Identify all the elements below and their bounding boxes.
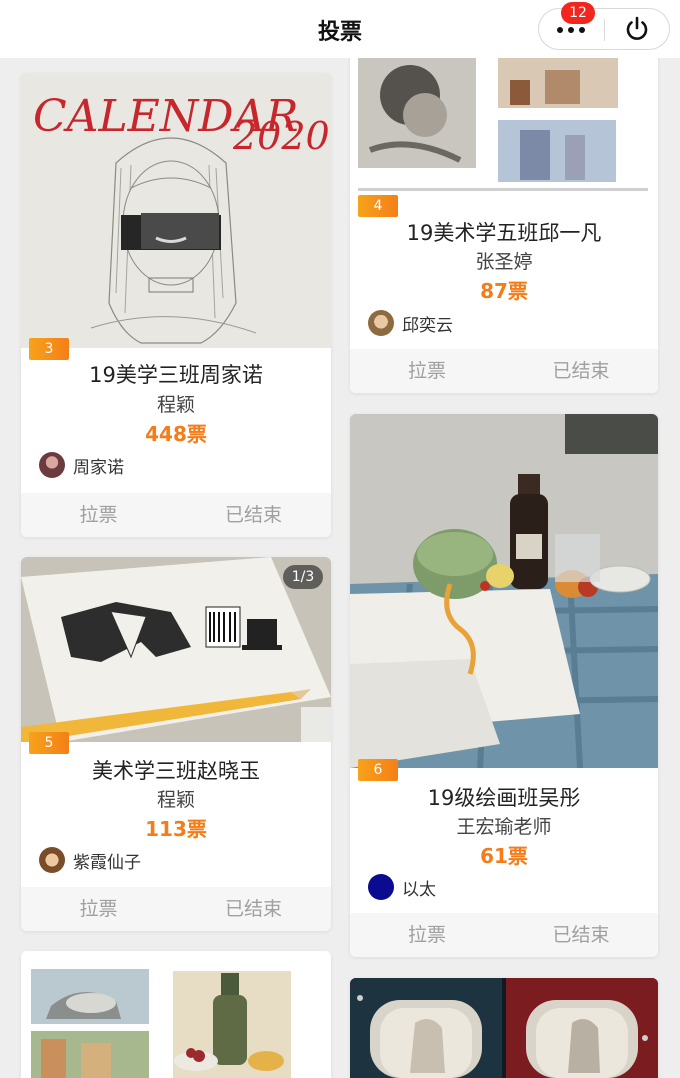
entry-card-6[interactable]: 6 19级绘画班吴彤 王宏瑜老师 61票 以太 拉票 已结束: [350, 414, 658, 957]
ended-status: 已结束: [552, 924, 610, 946]
entry-card-7[interactable]: [21, 951, 331, 1078]
entry-card-3[interactable]: CALENDAR 2020 3 19美学三班周家诺 程颖 448票 周家诺 拉票…: [21, 73, 331, 537]
avatar: [368, 874, 394, 900]
notification-badge: 12: [561, 2, 595, 24]
card-actions: 拉票 已结束: [350, 913, 658, 957]
close-button[interactable]: [605, 9, 669, 49]
power-icon: [626, 16, 648, 40]
vote-button[interactable]: 拉票: [21, 887, 176, 931]
avatar: [39, 847, 65, 873]
entry-title: 美术学三班赵晓玉: [92, 759, 260, 783]
card-actions: 拉票 已结束: [21, 887, 331, 931]
entry-title: 19美术学五班邱一凡: [406, 221, 602, 245]
entry-number: 4: [358, 195, 398, 217]
vote-count: 61票: [480, 844, 528, 868]
entry-number: 3: [29, 338, 69, 360]
entry-number: 6: [358, 759, 398, 781]
year-text: 2020: [232, 114, 330, 158]
vote-button[interactable]: 拉票: [21, 493, 176, 537]
author-name: 紫霞仙子: [73, 853, 141, 873]
menu-capsule: 12: [538, 2, 670, 50]
teacher-name: 张圣婷: [475, 251, 533, 273]
nav-bar: 投票 12: [0, 0, 680, 58]
vote-count: 448票: [145, 422, 207, 446]
entry-card-8[interactable]: [350, 978, 658, 1078]
artwork-image[interactable]: [21, 951, 331, 1078]
artwork-image[interactable]: [21, 557, 331, 742]
author-name: 邱奕云: [402, 316, 453, 336]
more-dots-icon: [557, 27, 585, 33]
artwork-image[interactable]: CALENDAR 2020: [21, 73, 331, 348]
entry-number: 5: [29, 732, 69, 754]
artwork-image[interactable]: [350, 40, 658, 203]
teacher-name: 程颖: [156, 789, 195, 811]
ended-status: 已结束: [224, 898, 282, 920]
entry-card-5[interactable]: 1/3 5 美术学三班赵晓玉 程颖 113票 紫霞仙子 拉票 已结束: [21, 557, 331, 931]
page-indicator: 1/3: [283, 565, 323, 589]
vote-button[interactable]: 拉票: [350, 913, 504, 957]
more-button[interactable]: 12: [539, 2, 604, 49]
ended-status: 已结束: [552, 360, 610, 382]
vote-button[interactable]: 拉票: [350, 349, 504, 393]
card-actions: 拉票 已结束: [21, 493, 331, 537]
ended-status: 已结束: [224, 504, 282, 526]
avatar: [39, 452, 65, 478]
entry-title: 19级绘画班吴彤: [427, 786, 581, 810]
avatar: [368, 310, 394, 336]
author-name: 周家诺: [73, 458, 124, 478]
card-actions: 拉票 已结束: [350, 349, 658, 393]
teacher-name: 程颖: [156, 394, 195, 416]
entry-card-4[interactable]: 4 19美术学五班邱一凡 张圣婷 87票 邱奕云 拉票 已结束: [350, 40, 658, 393]
artwork-image[interactable]: [350, 978, 658, 1078]
artwork-image[interactable]: [350, 414, 658, 768]
vote-count: 113票: [145, 817, 207, 841]
entry-title: 19美学三班周家诺: [89, 363, 263, 387]
teacher-name: 王宏瑜老师: [456, 816, 552, 838]
vote-count: 87票: [480, 279, 528, 303]
author-name: 以太: [402, 880, 436, 900]
